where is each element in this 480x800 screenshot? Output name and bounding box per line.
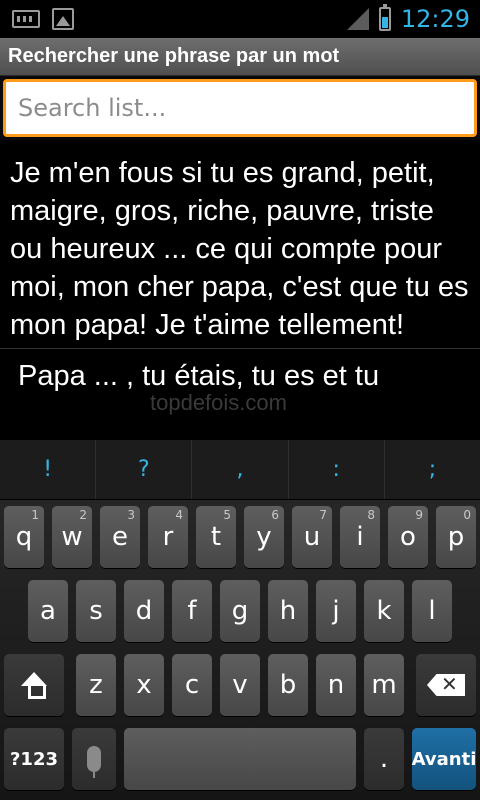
- app-title-bar: Rechercher une phrase par un mot: [0, 38, 480, 76]
- keyboard-icon: [12, 10, 40, 28]
- suggestion-strip: ! ? , : ;: [0, 440, 480, 500]
- app-title: Rechercher une phrase par un mot: [8, 45, 340, 67]
- space-key[interactable]: [124, 728, 356, 790]
- key-e[interactable]: e3: [100, 506, 140, 568]
- image-icon: [52, 8, 74, 30]
- key-x[interactable]: x: [124, 654, 164, 716]
- search-input[interactable]: [3, 79, 477, 137]
- signal-icon: [346, 8, 369, 30]
- status-time: 12:29: [400, 5, 470, 33]
- key-u[interactable]: u7: [292, 506, 332, 568]
- suggestion-question[interactable]: ?: [96, 440, 193, 499]
- period-key[interactable]: .: [364, 728, 404, 790]
- key-s[interactable]: s: [76, 580, 116, 642]
- shift-key[interactable]: [4, 654, 64, 716]
- key-j[interactable]: j: [316, 580, 356, 642]
- shift-icon: [21, 672, 47, 699]
- suggestion-colon[interactable]: :: [289, 440, 385, 499]
- battery-icon: [378, 4, 391, 31]
- key-i[interactable]: i8: [340, 506, 380, 568]
- soft-keyboard: ! ? , : ; q1 w2 e3 r4 t5 y6 u7 i8 o9 p0 …: [0, 440, 480, 800]
- key-g[interactable]: g: [220, 580, 260, 642]
- search-container: [0, 76, 480, 140]
- key-n[interactable]: n: [316, 654, 356, 716]
- key-f[interactable]: f: [172, 580, 212, 642]
- suggestion-semicolon[interactable]: ;: [385, 440, 480, 499]
- suggestion-exclamation[interactable]: !: [0, 440, 97, 499]
- key-v[interactable]: v: [220, 654, 260, 716]
- key-r[interactable]: r4: [148, 506, 188, 568]
- key-o[interactable]: o9: [388, 506, 428, 568]
- key-b[interactable]: b: [268, 654, 308, 716]
- key-q[interactable]: q1: [4, 506, 44, 568]
- voice-input-key[interactable]: [72, 728, 116, 790]
- key-c[interactable]: c: [172, 654, 212, 716]
- key-y[interactable]: y6: [244, 506, 284, 568]
- key-t[interactable]: t5: [196, 506, 236, 568]
- backspace-icon: ✕: [427, 674, 465, 696]
- key-w[interactable]: w2: [52, 506, 92, 568]
- suggestion-comma[interactable]: ,: [192, 440, 289, 499]
- microphone-icon: [87, 746, 101, 778]
- key-p[interactable]: p0: [436, 506, 476, 568]
- enter-key[interactable]: Avanti: [412, 728, 476, 790]
- status-bar: 12:29: [0, 0, 480, 38]
- backspace-key[interactable]: ✕: [416, 654, 476, 716]
- key-l[interactable]: l: [412, 580, 452, 642]
- key-k[interactable]: k: [364, 580, 404, 642]
- key-z[interactable]: z: [76, 654, 116, 716]
- key-a[interactable]: a: [28, 580, 68, 642]
- list-item[interactable]: Je m'en fous si tu es grand, petit, maig…: [0, 140, 480, 348]
- symbols-key[interactable]: ?123: [4, 728, 64, 790]
- watermark: topdefois.com: [150, 390, 287, 415]
- key-h[interactable]: h: [268, 580, 308, 642]
- key-m[interactable]: m: [364, 654, 404, 716]
- key-d[interactable]: d: [124, 580, 164, 642]
